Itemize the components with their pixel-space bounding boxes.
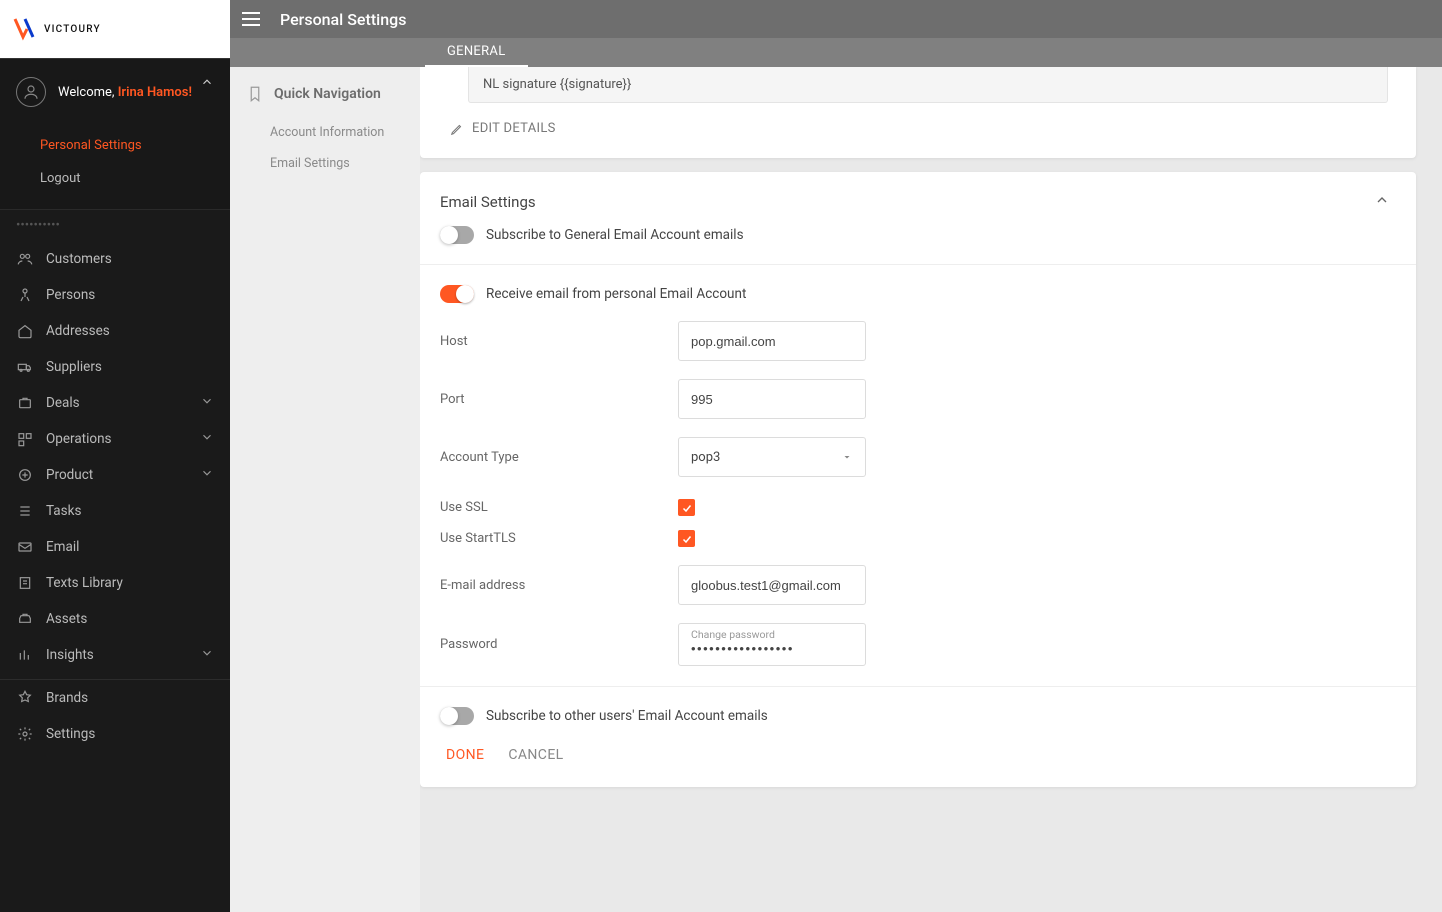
- input-email[interactable]: [678, 565, 866, 605]
- label-subscribe-general: Subscribe to General Email Account email…: [486, 227, 744, 243]
- signature-preview: NL signature {{signature}}: [468, 67, 1388, 103]
- checkbox-use-starttls[interactable]: [678, 530, 695, 547]
- sidebar-item-addresses[interactable]: Addresses: [0, 313, 230, 349]
- quicknav-header: Quick Navigation: [230, 79, 420, 117]
- tasks-icon: [16, 503, 34, 519]
- sidebar-item-tasks[interactable]: Tasks: [0, 493, 230, 529]
- suppliers-icon: [16, 359, 34, 375]
- label-email: E-mail address: [440, 578, 678, 593]
- chevron-up-icon[interactable]: [1374, 192, 1390, 212]
- chevron-down-icon: [200, 430, 214, 448]
- product-icon: [16, 467, 34, 483]
- edit-details-button[interactable]: EDIT DETAILS: [430, 121, 1406, 136]
- sidebar-item-deals[interactable]: Deals: [0, 385, 230, 421]
- chevron-down-icon: [200, 646, 214, 664]
- select-account-type[interactable]: pop3: [678, 437, 866, 477]
- main: Personal Settings GENERAL Quick Navigati…: [230, 0, 1442, 912]
- sidebar-item-customers[interactable]: Customers: [0, 241, 230, 277]
- user-block[interactable]: Welcome, Irina Hamos!: [0, 59, 230, 125]
- label-port: Port: [440, 392, 678, 407]
- pencil-icon: [450, 122, 464, 136]
- welcome-text: Welcome, Irina Hamos!: [58, 85, 192, 100]
- sidebar-item-suppliers[interactable]: Suppliers: [0, 349, 230, 385]
- cancel-button[interactable]: CANCEL: [508, 747, 563, 763]
- bookmark-icon: [246, 85, 264, 103]
- toggle-subscribe-other[interactable]: [440, 707, 474, 725]
- check-icon: [681, 533, 693, 545]
- customers-icon: [16, 251, 34, 267]
- tabbar: GENERAL: [230, 38, 1442, 67]
- quicknav-panel: Quick Navigation Account Information Ema…: [230, 67, 420, 912]
- sidebar-item-operations[interactable]: Operations: [0, 421, 230, 457]
- operations-icon: [16, 431, 34, 447]
- quicknav-item-account-information[interactable]: Account Information: [230, 117, 420, 148]
- sidebar-item-assets[interactable]: Assets: [0, 601, 230, 637]
- sidebar-item-texts-library[interactable]: Texts Library: [0, 565, 230, 601]
- avatar: [16, 77, 46, 107]
- dropdown-icon: [841, 451, 853, 463]
- label-subscribe-other: Subscribe to other users' Email Account …: [486, 708, 768, 724]
- quicknav-item-email-settings[interactable]: Email Settings: [230, 148, 420, 179]
- insights-icon: [16, 647, 34, 663]
- assets-icon: [16, 611, 34, 627]
- input-port[interactable]: [678, 379, 866, 419]
- sidebar-item-email[interactable]: Email: [0, 529, 230, 565]
- label-password: Password: [440, 637, 678, 652]
- texts-icon: [16, 575, 34, 591]
- check-icon: [681, 502, 693, 514]
- email-settings-card: Email Settings Subscribe to General Emai…: [420, 172, 1416, 787]
- hamburger-icon[interactable]: [242, 8, 264, 30]
- user-submenu: Personal Settings Logout: [0, 125, 230, 209]
- settings-icon: [16, 726, 34, 742]
- sidebar-item-personal-settings[interactable]: Personal Settings: [0, 129, 230, 162]
- email-settings-title: Email Settings: [440, 193, 536, 211]
- sidebar-item-brands[interactable]: Brands: [0, 680, 230, 716]
- input-host[interactable]: [678, 321, 866, 361]
- chevron-up-icon: [200, 75, 214, 93]
- sidebar-item-logout[interactable]: Logout: [0, 162, 230, 195]
- label-use-starttls: Use StartTLS: [440, 531, 678, 546]
- label-use-ssl: Use SSL: [440, 500, 678, 515]
- label-account-type: Account Type: [440, 450, 678, 465]
- toggle-receive-personal[interactable]: [440, 285, 474, 303]
- tab-general[interactable]: GENERAL: [425, 38, 528, 67]
- deals-icon: [16, 395, 34, 411]
- sidebar-item-insights[interactable]: Insights: [0, 637, 230, 673]
- nav-scroll[interactable]: •••••••••• Customers Persons Addresses S…: [0, 209, 230, 912]
- nav-item-truncated: ••••••••••: [0, 210, 230, 241]
- toggle-subscribe-general[interactable]: [440, 226, 474, 244]
- sidebar: VICTOURY Welcome, Irina Hamos! Personal …: [0, 0, 230, 912]
- chevron-down-icon: [200, 466, 214, 484]
- checkbox-use-ssl[interactable]: [678, 499, 695, 516]
- float-label-password: Change password: [691, 628, 853, 641]
- page-title: Personal Settings: [280, 10, 406, 29]
- sidebar-item-persons[interactable]: Persons: [0, 277, 230, 313]
- brands-icon: [16, 690, 34, 706]
- logo[interactable]: VICTOURY: [0, 0, 230, 58]
- sidebar-item-product[interactable]: Product: [0, 457, 230, 493]
- done-button[interactable]: DONE: [446, 747, 484, 763]
- persons-icon: [16, 287, 34, 303]
- label-receive-personal: Receive email from personal Email Accoun…: [486, 286, 746, 302]
- sidebar-item-settings[interactable]: Settings: [0, 716, 230, 752]
- input-password-wrapper: Change password: [678, 623, 866, 666]
- topbar: Personal Settings: [230, 0, 1442, 38]
- email-icon: [16, 539, 34, 555]
- chevron-down-icon: [200, 394, 214, 412]
- content-scroll[interactable]: NL signature {{signature}} EDIT DETAILS …: [420, 67, 1442, 912]
- logo-text: VICTOURY: [44, 24, 101, 35]
- signature-card: NL signature {{signature}} EDIT DETAILS: [420, 67, 1416, 158]
- input-password[interactable]: [691, 641, 853, 656]
- logo-icon: [10, 14, 40, 44]
- label-host: Host: [440, 334, 678, 349]
- addresses-icon: [16, 323, 34, 339]
